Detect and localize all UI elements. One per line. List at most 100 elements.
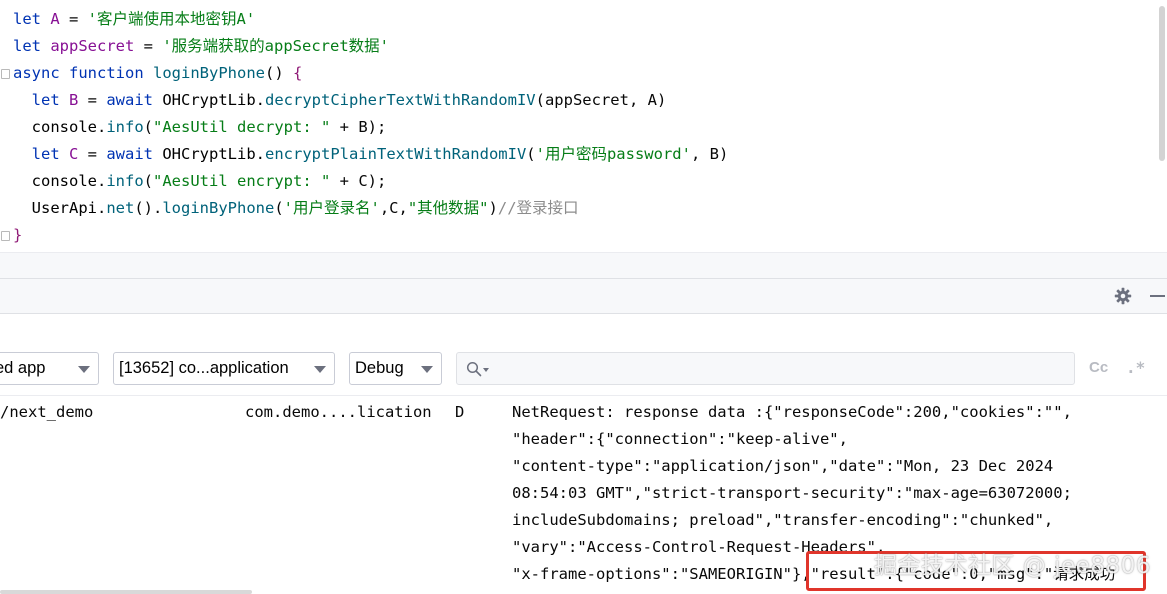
code-token: decryptCipherTextWithRandomIV bbox=[265, 91, 536, 109]
code-token: ,C, bbox=[379, 199, 408, 217]
watermark: 掘金技术社区 @ jee8806 bbox=[874, 553, 1151, 579]
code-line[interactable]: let C = await OHCryptLib.encryptPlainTex… bbox=[13, 141, 729, 168]
search-icon[interactable] bbox=[466, 361, 482, 377]
code-token: '用户密码password' bbox=[535, 145, 691, 163]
code-token: //登录接口 bbox=[497, 199, 579, 217]
code-token: '客户端使用本地密钥A' bbox=[87, 10, 256, 28]
chevron-down-icon bbox=[314, 366, 326, 373]
code-token: net bbox=[106, 199, 135, 217]
code-line[interactable]: UserApi.net().loginByPhone('用户登录名',C,"其他… bbox=[13, 195, 579, 222]
log-message-line: includeSubdomains; preload","transfer-en… bbox=[512, 511, 1054, 529]
log-message-line: NetRequest: response data :{"responseCod… bbox=[512, 403, 1072, 421]
code-line[interactable]: console.info("AesUtil decrypt: " + B); bbox=[13, 114, 387, 141]
log-package: com.demo....lication bbox=[245, 403, 432, 421]
process-select-value: [13652] co...application bbox=[119, 359, 289, 377]
device-select[interactable]: ed app bbox=[0, 352, 99, 385]
code-token: C bbox=[59, 145, 88, 163]
search-history-dropdown-icon[interactable] bbox=[483, 368, 489, 372]
code-token: A bbox=[41, 10, 69, 28]
code-token: = bbox=[143, 37, 163, 55]
code-token: = bbox=[69, 10, 88, 28]
log-level-value: Debug bbox=[355, 359, 404, 377]
code-token: await bbox=[106, 145, 154, 163]
fold-marker-icon[interactable] bbox=[1, 69, 10, 79]
code-line[interactable]: let appSecret = '服务端获取的appSecret数据' bbox=[13, 33, 389, 60]
code-token: let bbox=[13, 10, 41, 28]
code-token: await bbox=[106, 91, 154, 109]
log-toolwindow-header bbox=[0, 278, 1167, 314]
code-token: = bbox=[87, 145, 107, 163]
code-token: + B); bbox=[330, 118, 387, 136]
code-token: (). bbox=[134, 199, 163, 217]
code-token: "AesUtil decrypt: " bbox=[153, 118, 331, 136]
code-token: ( bbox=[143, 118, 154, 136]
code-token: (appSecret, A) bbox=[535, 91, 667, 109]
code-token: . bbox=[97, 118, 107, 136]
code-token: let bbox=[31, 91, 60, 109]
code-token: ) bbox=[488, 199, 498, 217]
log-level: D bbox=[455, 403, 465, 421]
code-token: ( bbox=[526, 145, 536, 163]
code-token: ( bbox=[274, 199, 284, 217]
log-level-select[interactable]: Debug bbox=[349, 352, 442, 385]
code-line[interactable]: async function loginByPhone() { bbox=[13, 60, 302, 87]
log-tag: /next_demo bbox=[0, 403, 94, 421]
regex-icon[interactable]: .* bbox=[1126, 358, 1145, 377]
code-token: async bbox=[13, 64, 60, 82]
code-token: B bbox=[59, 91, 88, 109]
code-line[interactable]: } bbox=[13, 222, 22, 249]
code-editor[interactable]: let A = '客户端使用本地密钥A' let appSecret = '服务端… bbox=[0, 0, 1167, 252]
code-token: . bbox=[97, 199, 107, 217]
code-token: info bbox=[106, 118, 144, 136]
code-token: let bbox=[31, 145, 60, 163]
log-filter-toolbar: ed app [13652] co...application Debug Cc… bbox=[0, 314, 1167, 396]
chevron-down-icon bbox=[421, 366, 433, 373]
log-message-line: 08:54:03 GMT","strict-transport-security… bbox=[512, 484, 1072, 502]
editor-scrollbar[interactable] bbox=[1159, 6, 1165, 161]
code-token: = bbox=[87, 91, 107, 109]
code-line[interactable]: console.info("AesUtil encrypt: " + C); bbox=[13, 168, 387, 195]
code-token: UserApi bbox=[31, 199, 97, 217]
fold-marker-icon[interactable] bbox=[1, 231, 10, 241]
code-token: encryptPlainTextWithRandomIV bbox=[265, 145, 527, 163]
code-token: let bbox=[13, 37, 41, 55]
code-token: '服务端获取的appSecret数据' bbox=[162, 37, 389, 55]
code-token: ( bbox=[143, 172, 154, 190]
minimize-icon[interactable] bbox=[1150, 295, 1165, 297]
code-token: () bbox=[265, 64, 293, 82]
code-token: + C); bbox=[330, 172, 387, 190]
log-message-line: "content-type":"application/json","date"… bbox=[512, 457, 1054, 475]
gear-icon[interactable] bbox=[1114, 287, 1132, 305]
code-token: info bbox=[106, 172, 144, 190]
code-token: } bbox=[13, 226, 23, 244]
panel-splitter[interactable] bbox=[0, 252, 1167, 278]
code-token: function bbox=[69, 64, 144, 82]
device-select-value: ed app bbox=[0, 359, 46, 377]
code-line[interactable]: let A = '客户端使用本地密钥A' bbox=[13, 6, 255, 33]
code-token: { bbox=[293, 64, 303, 82]
code-token: "其他数据" bbox=[407, 199, 489, 217]
code-token: appSecret bbox=[41, 37, 144, 55]
match-case-icon[interactable]: Cc bbox=[1089, 359, 1108, 376]
code-token: "AesUtil encrypt: " bbox=[153, 172, 331, 190]
log-search-input[interactable] bbox=[456, 352, 1075, 385]
code-line[interactable]: let B = await OHCryptLib.decryptCipherTe… bbox=[13, 87, 667, 114]
code-token: OHCryptLib. bbox=[153, 145, 265, 163]
code-token: console bbox=[31, 172, 97, 190]
log-horizontal-scrollbar[interactable] bbox=[0, 590, 252, 594]
process-select[interactable]: [13652] co...application bbox=[113, 352, 335, 385]
code-token: . bbox=[97, 172, 107, 190]
code-token: '用户登录名' bbox=[283, 199, 380, 217]
code-token: console bbox=[31, 118, 97, 136]
code-token: loginByPhone bbox=[162, 199, 275, 217]
code-token: loginByPhone bbox=[153, 64, 265, 82]
log-message-line: "header":{"connection":"keep-alive", bbox=[512, 430, 848, 448]
code-token: , B) bbox=[690, 145, 729, 163]
